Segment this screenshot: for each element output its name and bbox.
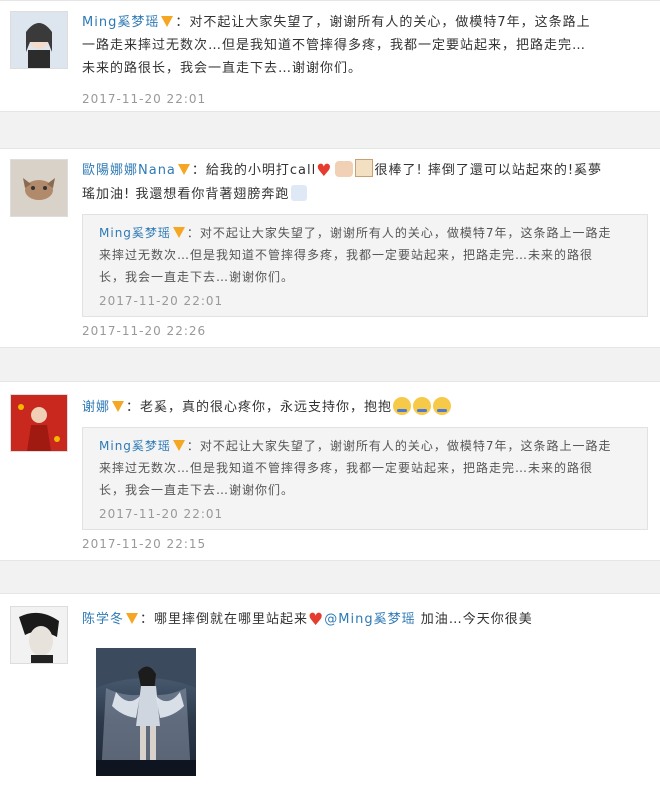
verified-v-icon: [172, 440, 185, 451]
username-link[interactable]: 谢娜: [82, 400, 110, 415]
attached-photo[interactable]: [96, 648, 196, 776]
comment-card: 谢娜 ：老奚，真的很心疼你，永远支持你，抱抱 Ming奚梦瑶 ：对不起让大家失望了，…: [0, 381, 660, 561]
divider: [0, 561, 660, 593]
comment-text: 歐陽娜娜Nana ：給我的小明打call♥ 很棒了! 摔倒了還可以站起來的!奚夢: [82, 159, 603, 181]
quote-text-line: 来摔过无数次…但是我知道不管摔得多疼，我都一定要站起来，把路走完…未来的路很: [99, 461, 594, 475]
comment-text: 陈学冬 ：哪里摔倒就在哪里站起来♥@Ming奚梦瑶 加油…今天你很美: [82, 610, 533, 630]
quote-text-line: 来摔过无数次…但是我知道不管摔得多疼，我都一定要站起来，把路走完…未来的路很: [99, 248, 594, 262]
verified-v-icon: [112, 401, 125, 412]
avatar[interactable]: [10, 606, 68, 664]
avatar[interactable]: [10, 394, 68, 452]
heart-icon: ♥: [316, 161, 333, 181]
comment-text: 谢娜 ：老奚，真的很心疼你，永远支持你，抱抱: [82, 396, 648, 419]
quoted-comment: Ming奚梦瑶 ：对不起让大家失望了，谢谢所有人的关心，做模特7年，这条路上一路走…: [82, 427, 648, 530]
comment-card: 歐陽娜娜Nana ：給我的小明打call♥ 很棒了! 摔倒了還可以站起來的!奚夢 瑤…: [0, 148, 660, 348]
timestamp: 2017-11-20 22:01: [82, 92, 207, 106]
verified-v-icon: [161, 16, 174, 27]
avatar[interactable]: [10, 11, 68, 69]
comment-text: Ming奚梦瑶 ：对不起让大家失望了，谢谢所有人的关心，做模特7年，这条路上: [82, 15, 591, 30]
username-link[interactable]: Ming奚梦瑶: [99, 439, 171, 453]
quoted-comment: Ming奚梦瑶 ：对不起让大家失望了，谢谢所有人的关心，做模特7年，这条路上一路走…: [82, 214, 648, 317]
verified-v-icon: [177, 164, 190, 175]
username-link[interactable]: 陈学冬: [82, 612, 124, 627]
divider: [0, 112, 660, 148]
quote-text: Ming奚梦瑶 ：对不起让大家失望了，谢谢所有人的关心，做模特7年，这条路上一路走: [99, 439, 612, 453]
username-link[interactable]: Ming奚梦瑶: [99, 226, 171, 240]
username-link[interactable]: 歐陽娜娜Nana: [82, 163, 176, 178]
hug-emoji-icon: [413, 397, 432, 415]
comment-card: Ming奚梦瑶 ：对不起让大家失望了，谢谢所有人的关心，做模特7年，这条路上 一路…: [0, 0, 660, 112]
username-link[interactable]: Ming奚梦瑶: [82, 15, 159, 30]
timestamp: 2017-11-20 22:15: [82, 537, 207, 551]
timestamp: 2017-11-20 22:01: [99, 507, 224, 521]
mention-link[interactable]: @Ming奚梦瑶: [324, 612, 415, 627]
verified-v-icon: [172, 227, 185, 238]
verified-v-icon: [126, 613, 139, 624]
hug-emoji-icon: [393, 397, 412, 415]
heart-icon: ♥: [308, 610, 325, 630]
quote-text: Ming奚梦瑶 ：对不起让大家失望了，谢谢所有人的关心，做模特7年，这条路上一路走: [99, 226, 612, 240]
hug-emoji-icon: [433, 397, 452, 415]
comment-text-line: 未来的路很长，我会一直走下去…谢谢你们。: [82, 61, 363, 76]
sparkle-emoji-icon: [354, 159, 373, 177]
clap-emoji-icon: [334, 161, 353, 177]
comment-text-line: 一路走来摔过无数次…但是我知道不管摔得多疼，我都一定要站起来，把路走完…: [82, 38, 587, 53]
divider: [0, 348, 660, 381]
timestamp: 2017-11-20 22:01: [99, 294, 224, 308]
quote-text-line: 长，我会一直走下去…谢谢你们。: [99, 270, 295, 284]
quote-text-line: 长，我会一直走下去…谢谢你们。: [99, 483, 295, 497]
comment-text-line: 瑤加油! 我還想看你背著翅膀奔跑: [82, 183, 648, 206]
unicorn-emoji-icon: [291, 185, 308, 201]
avatar[interactable]: [10, 159, 68, 217]
timestamp: 2017-11-20 22:26: [82, 324, 207, 338]
